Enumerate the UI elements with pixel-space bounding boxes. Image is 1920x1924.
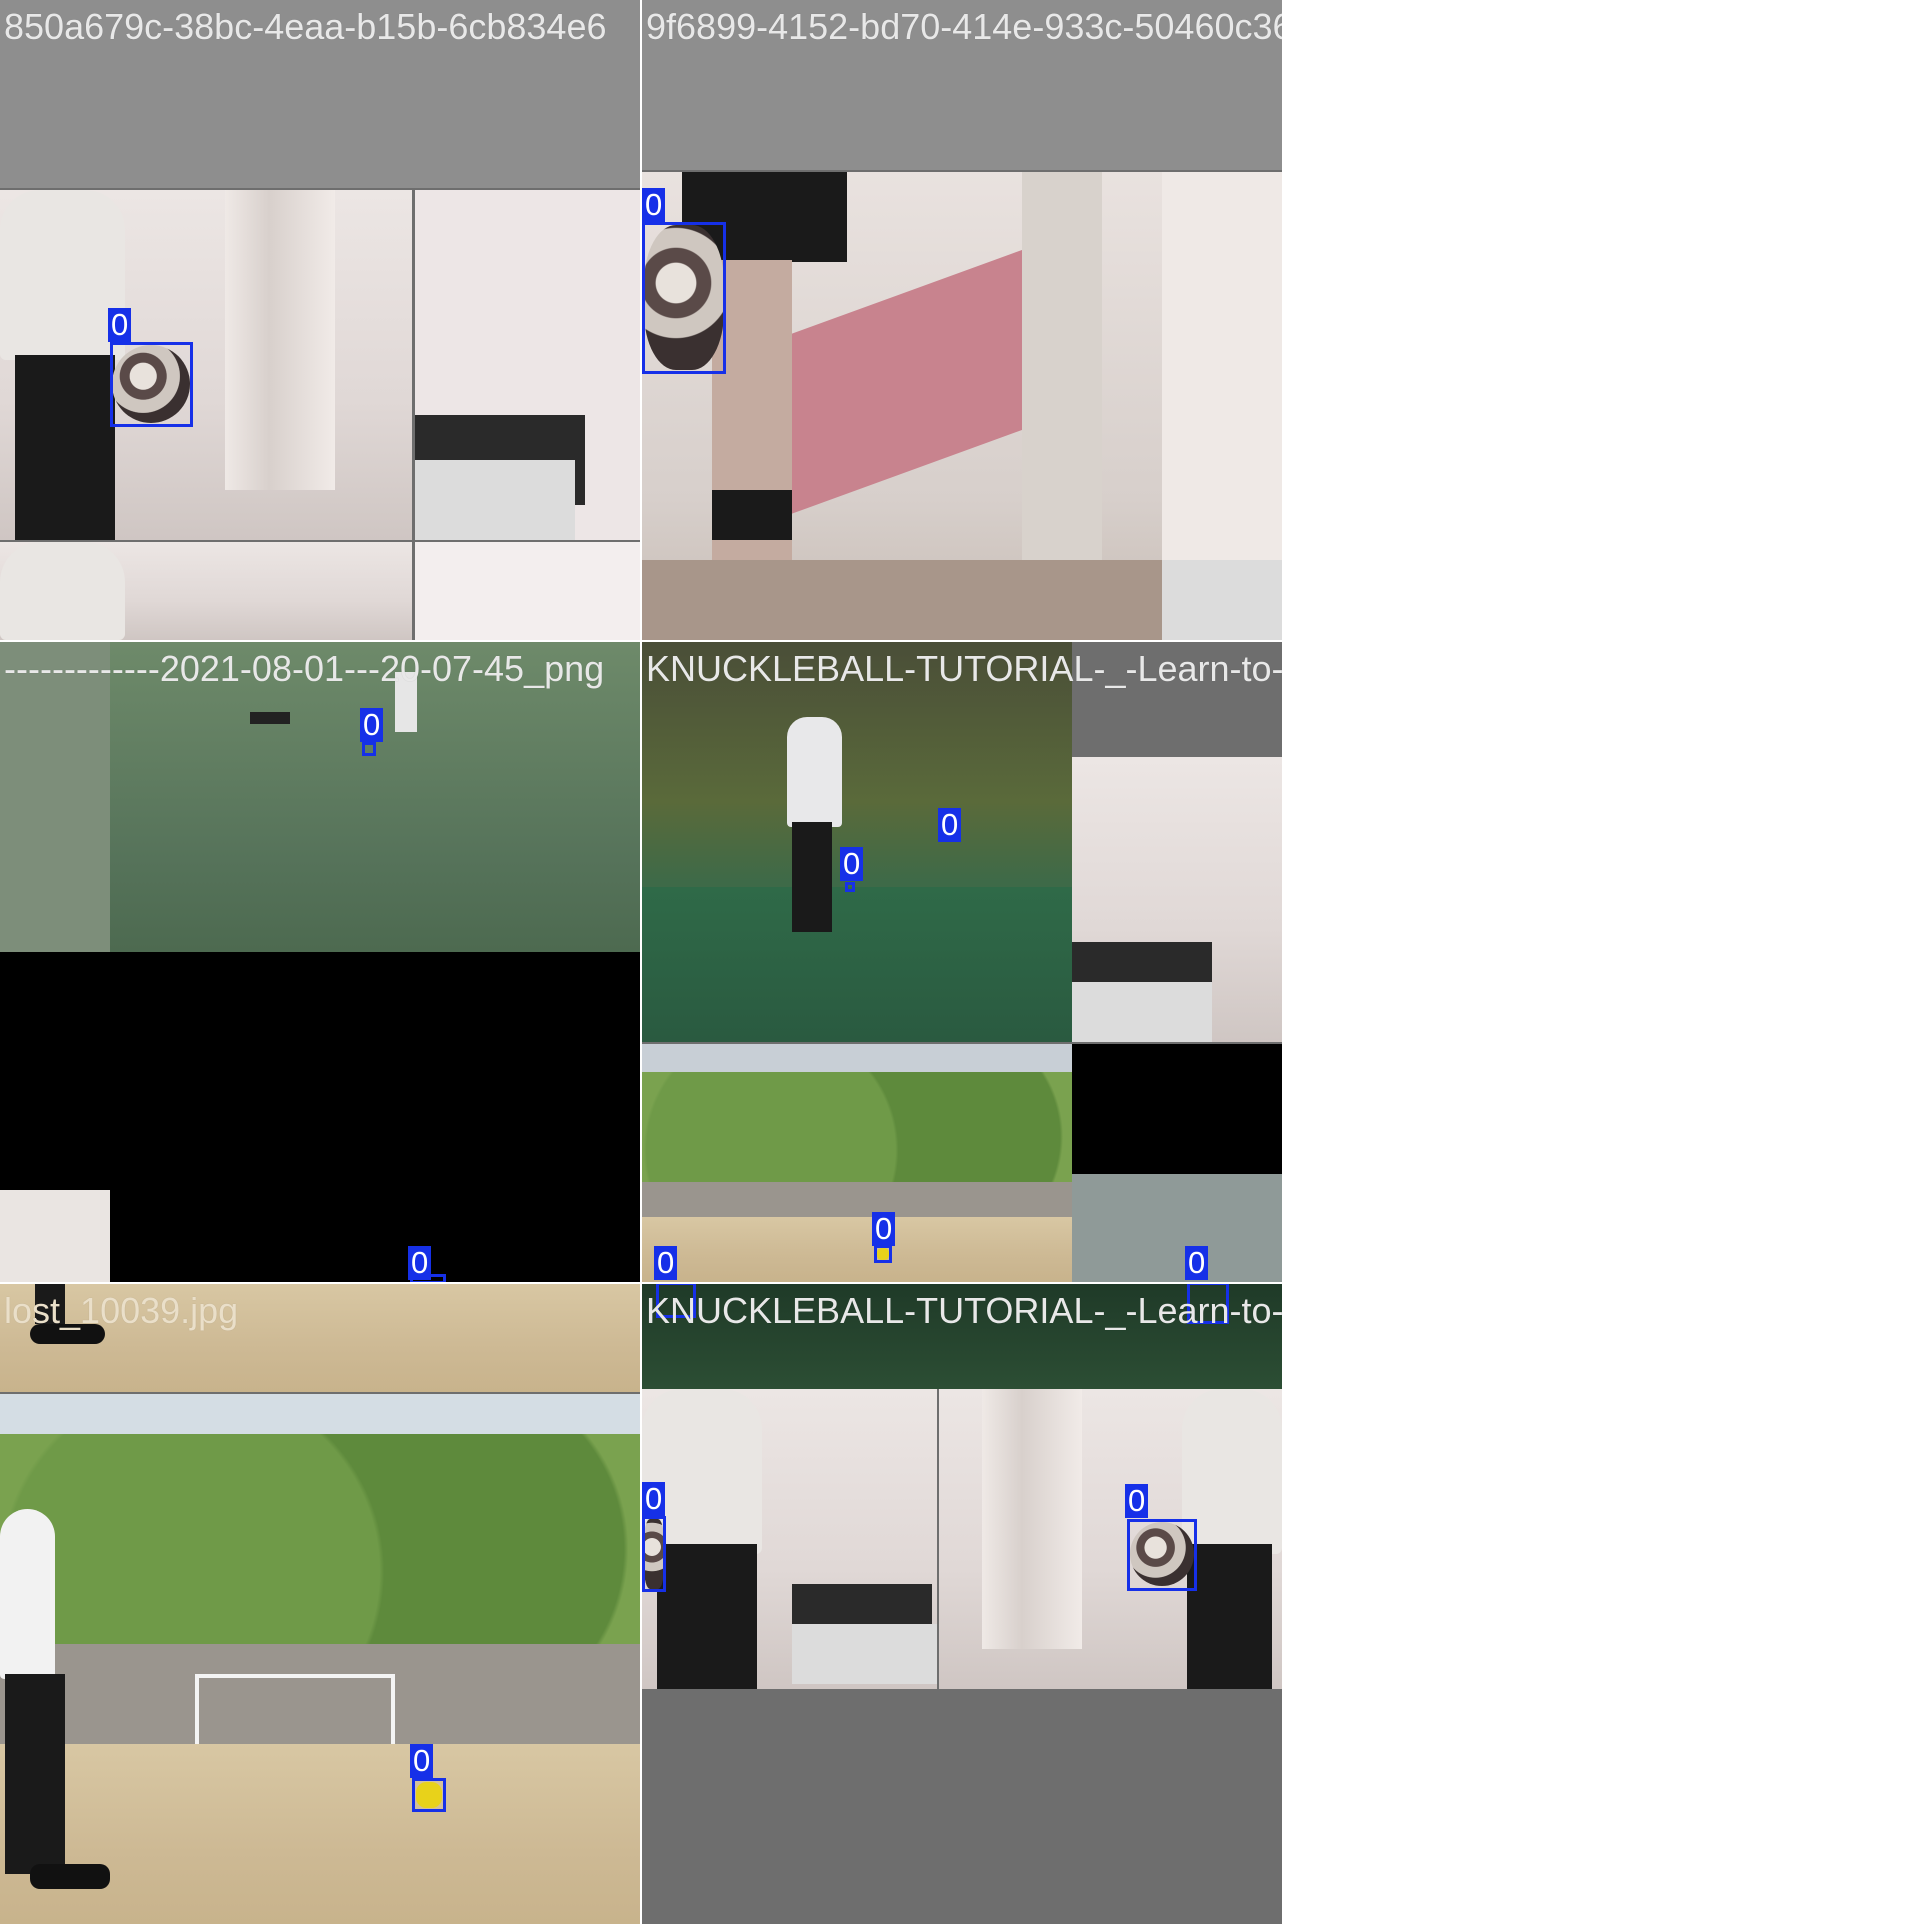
mosaic-tile-1: 0 850a679c-38bc-4eaa-b15b-6cb834e6: [0, 0, 640, 640]
class-label: 0: [360, 708, 384, 742]
mosaic-tile-3: 0 0 -------------2021-08-01---20-07-45_p…: [0, 642, 640, 1282]
class-label: 0: [410, 1744, 434, 1778]
tile-filename: lost_10039.jpg: [4, 1290, 239, 1331]
tile-filename: 9f6899-4152-bd70-414e-933c-50460c36c9eb_…: [646, 6, 1282, 47]
class-label: 0: [1185, 1246, 1209, 1280]
bounding-box: [412, 1778, 446, 1812]
class-label: 0: [408, 1246, 432, 1280]
tile-filename: KNUCKLEBALL-TUTORIAL-_-Learn-to-shoot-a-: [646, 648, 1282, 689]
mosaic-grid: 0 850a679c-38bc-4eaa-b15b-6cb834e6 0 9f6…: [0, 0, 1290, 1924]
class-label: 0: [1125, 1484, 1149, 1518]
class-label: 0: [654, 1246, 678, 1280]
bounding-box: [642, 1516, 666, 1592]
class-label: 0: [840, 847, 864, 881]
bounding-box: [642, 222, 726, 374]
tile-filename: -------------2021-08-01---20-07-45_png: [4, 648, 605, 689]
class-label: 0: [872, 1212, 896, 1246]
bounding-box: [845, 882, 855, 892]
bounding-box: [110, 342, 193, 427]
mosaic-tile-6: 0 0 0 KNUCKLEBALL-TUTORIAL-_-Learn-to-sh…: [642, 1284, 1282, 1924]
class-label: 0: [108, 308, 132, 342]
bounding-box: [362, 742, 376, 756]
class-label: 0: [938, 808, 962, 842]
tile-filename: 850a679c-38bc-4eaa-b15b-6cb834e6: [4, 6, 607, 47]
mosaic-tile-4: 0 0 0 0 0 KNUCKLEBALL-TUTORIAL-_-Learn-t…: [642, 642, 1282, 1282]
class-label: 0: [642, 188, 666, 222]
bounding-box: [1127, 1519, 1197, 1591]
mosaic-tile-5: 0 lost_10039.jpg: [0, 1284, 640, 1924]
mosaic-tile-2: 0 9f6899-4152-bd70-414e-933c-50460c36c9e…: [642, 0, 1282, 640]
bounding-box: [874, 1245, 892, 1263]
class-label: 0: [642, 1482, 666, 1516]
tile-filename: KNUCKLEBALL-TUTORIAL-_-Learn-to-shoot-a-: [646, 1290, 1282, 1331]
